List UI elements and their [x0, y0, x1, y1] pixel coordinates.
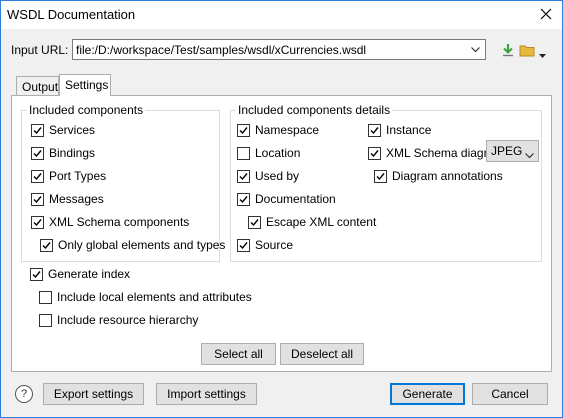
cancel-label: Cancel — [491, 387, 529, 401]
escape-xml-content-checkbox[interactable]: Escape XML content — [248, 215, 376, 229]
only-global-elements-checkbox[interactable]: Only global elements and types — [40, 238, 225, 252]
namespace-checkbox[interactable]: Namespace — [237, 123, 319, 137]
include-resource-hierarchy-label: Include resource hierarchy — [57, 313, 199, 327]
folder-icon[interactable] — [518, 41, 536, 59]
diagram-format-select[interactable]: JPEG — [486, 140, 539, 162]
select-all-label: Select all — [214, 347, 263, 361]
select-all-button[interactable]: Select all — [201, 343, 276, 365]
checkmark-icon[interactable] — [40, 238, 53, 252]
include-local-elements-label: Include local elements and attributes — [57, 290, 252, 304]
input-url-combo[interactable]: file:/D:/workspace/Test/samples/wsdl/xCu… — [72, 39, 486, 60]
checkmark-icon[interactable] — [368, 146, 381, 160]
used-by-label: Used by — [255, 169, 300, 183]
checkmark-icon[interactable] — [237, 169, 250, 183]
tab-output[interactable]: Output — [16, 76, 59, 95]
bindings-label: Bindings — [49, 146, 96, 160]
checkmark-icon[interactable] — [31, 123, 44, 137]
port-types-label: Port Types — [49, 169, 107, 183]
diagram-format-value: JPEG — [491, 144, 523, 158]
include-resource-hierarchy-checkbox[interactable]: Include resource hierarchy — [39, 313, 198, 327]
used-by-checkbox[interactable]: Used by — [237, 169, 299, 183]
bindings-checkbox[interactable]: Bindings — [31, 146, 95, 160]
xml-schema-components-label: XML Schema components — [49, 215, 190, 229]
location-label: Location — [255, 146, 301, 160]
checkmark-icon[interactable] — [237, 192, 250, 206]
close-icon[interactable] — [534, 3, 558, 25]
generate-index-checkbox[interactable]: Generate index — [30, 267, 130, 281]
instance-checkbox[interactable]: Instance — [368, 123, 431, 137]
instance-label: Instance — [386, 123, 432, 137]
services-label: Services — [49, 123, 96, 137]
port-types-checkbox[interactable]: Port Types — [31, 169, 106, 183]
checkmark-icon[interactable] — [30, 267, 43, 281]
input-url-value[interactable]: file:/D:/workspace/Test/samples/wsdl/xCu… — [76, 43, 366, 57]
checkmark-icon[interactable] — [31, 146, 44, 160]
tab-settings[interactable]: Settings — [59, 74, 111, 96]
empty-checkbox-icon[interactable] — [237, 146, 250, 160]
diagram-annotations-label: Diagram annotations — [392, 169, 503, 183]
included-details-title: Included components details — [236, 103, 393, 117]
checkmark-icon[interactable] — [237, 123, 250, 137]
tab-output-label: Output — [22, 80, 59, 94]
checkmark-icon[interactable] — [248, 215, 261, 229]
namespace-label: Namespace — [255, 123, 320, 137]
generate-label: Generate — [402, 387, 453, 401]
input-url-label: Input URL: — [11, 43, 69, 57]
included-components-title: Included components — [27, 103, 146, 117]
escape-xml-content-label: Escape XML content — [266, 215, 377, 229]
documentation-checkbox[interactable]: Documentation — [237, 192, 336, 206]
tab-settings-label: Settings — [65, 78, 109, 92]
import-settings-label: Import settings — [167, 387, 246, 401]
dialog-title: WSDL Documentation — [7, 7, 136, 22]
cancel-button[interactable]: Cancel — [472, 383, 548, 405]
source-label: Source — [255, 238, 294, 252]
xml-schema-diagram-checkbox[interactable]: XML Schema diagram — [368, 146, 504, 160]
xml-schema-components-checkbox[interactable]: XML Schema components — [31, 215, 189, 229]
title-bar: WSDL Documentation — [1, 1, 562, 29]
checkmark-icon[interactable] — [31, 169, 44, 183]
help-icon[interactable]: ? — [15, 385, 33, 403]
checkmark-icon[interactable] — [374, 169, 387, 183]
only-global-elements-label: Only global elements and types — [58, 238, 226, 252]
documentation-label: Documentation — [255, 192, 336, 206]
settings-panel: Included components Services Bindings Po… — [11, 95, 552, 372]
messages-checkbox[interactable]: Messages — [31, 192, 104, 206]
diagram-annotations-checkbox[interactable]: Diagram annotations — [374, 169, 503, 183]
checkmark-icon[interactable] — [31, 215, 44, 229]
chevron-down-icon[interactable] — [539, 47, 546, 61]
empty-checkbox-icon[interactable] — [39, 313, 52, 327]
services-checkbox[interactable]: Services — [31, 123, 95, 137]
download-arrow-icon[interactable] — [499, 41, 517, 59]
checkmark-icon[interactable] — [368, 123, 381, 137]
empty-checkbox-icon[interactable] — [39, 290, 52, 304]
checkmark-icon[interactable] — [31, 192, 44, 206]
wsdl-documentation-dialog: WSDL Documentation Input URL: file:/D:/w… — [0, 0, 563, 418]
import-settings-button[interactable]: Import settings — [156, 383, 257, 405]
export-settings-button[interactable]: Export settings — [43, 383, 144, 405]
generate-index-label: Generate index — [48, 267, 131, 281]
messages-label: Messages — [49, 192, 104, 206]
include-local-elements-checkbox[interactable]: Include local elements and attributes — [39, 290, 252, 304]
help-glyph: ? — [20, 388, 28, 400]
location-checkbox[interactable]: Location — [237, 146, 300, 160]
export-settings-label: Export settings — [53, 387, 134, 401]
chevron-down-icon[interactable] — [467, 41, 483, 58]
checkmark-icon[interactable] — [237, 238, 250, 252]
generate-button[interactable]: Generate — [390, 383, 465, 405]
deselect-all-button[interactable]: Deselect all — [280, 343, 364, 365]
source-checkbox[interactable]: Source — [237, 238, 293, 252]
deselect-all-label: Deselect all — [290, 347, 354, 361]
chevron-down-icon[interactable] — [525, 148, 534, 162]
